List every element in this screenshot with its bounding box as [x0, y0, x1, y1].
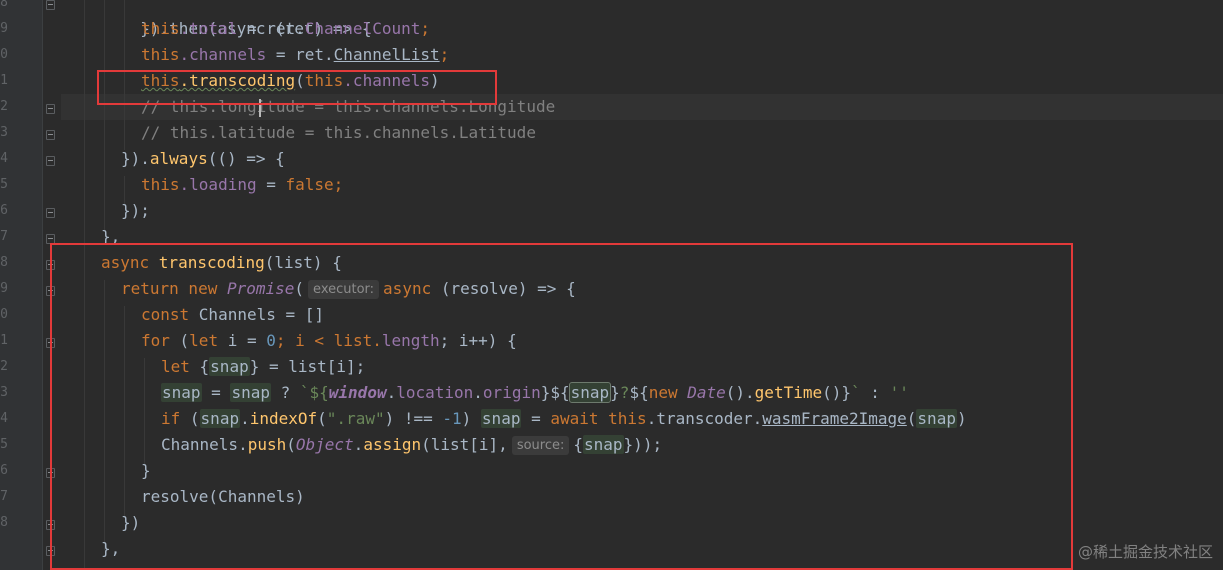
code-line[interactable]: }); [121, 198, 150, 224]
code-text: (() => { [207, 149, 285, 168]
line-number: 6 [0, 463, 8, 478]
line-number: 3 [0, 385, 8, 400]
code-line[interactable]: }).then(async (ret) => { [121, 0, 371, 38]
line-number: 7 [0, 489, 8, 504]
property-channel-list: ChannelList [333, 45, 440, 64]
line-number: 8 [0, 255, 8, 270]
code-text: = ret. [237, 19, 305, 38]
annotation-box-call [97, 70, 497, 105]
line-number: 0 [0, 47, 8, 62]
line-number: 2 [0, 99, 8, 114]
fold-marker-icon[interactable] [46, 130, 55, 140]
line-number: 5 [0, 437, 8, 452]
method-always: always [149, 149, 208, 168]
this-keyword: this [141, 175, 180, 194]
semicolon: ; [439, 45, 450, 64]
property-channel-count: ChannelCount [304, 19, 421, 38]
property-total: .total [179, 19, 238, 38]
semicolon: ; [420, 19, 430, 38]
code-text: }). [121, 149, 150, 168]
this-keyword: this [141, 45, 180, 64]
code-line[interactable]: this.loading = false; [141, 172, 343, 198]
line-number: 0 [0, 307, 8, 322]
line-number: 1 [0, 333, 8, 348]
fold-marker-icon[interactable] [46, 0, 55, 10]
line-number: 9 [0, 21, 8, 36]
line-number: 7 [0, 229, 8, 244]
semicolon: ; [333, 175, 344, 194]
fold-marker-icon[interactable] [46, 156, 55, 166]
false-literal: false [285, 175, 334, 194]
line-number: 4 [0, 151, 8, 166]
annotation-box-function [50, 243, 1073, 570]
fold-marker-icon[interactable] [46, 208, 55, 218]
line-number: 3 [0, 125, 8, 140]
code-text: = [256, 175, 286, 194]
property-loading: .loading [179, 175, 257, 194]
comment-line[interactable]: // this.latitude = this.channels.Latitud… [141, 120, 536, 146]
comment-text: // this.latitude = this.channels.Latitud… [141, 123, 536, 142]
line-number: 1 [0, 73, 8, 88]
this-keyword: this [141, 19, 180, 38]
code-line[interactable]: }).always(() => { [121, 146, 285, 172]
line-number: 8 [0, 515, 8, 530]
line-number-gutter: 8 9 0 1 2 3 4 5 6 7 8 9 0 1 2 3 4 5 6 7 … [0, 0, 42, 570]
code-text: }); [121, 201, 150, 220]
line-number: 6 [0, 203, 8, 218]
property-channels: .channels [179, 45, 267, 64]
line-number: 2 [0, 359, 8, 374]
line-number: 8 [0, 0, 8, 10]
fold-marker-icon[interactable] [46, 104, 55, 114]
code-line[interactable]: this.total = ret.ChannelCount; [141, 16, 430, 42]
line-number: 4 [0, 411, 8, 426]
watermark: @稀土掘金技术社区 [1077, 543, 1213, 561]
indent-guide [104, 0, 105, 230]
code-line[interactable]: this.channels = ret.ChannelList; [141, 42, 449, 68]
line-number: 9 [0, 281, 8, 296]
code-text: = ret. [266, 45, 334, 64]
line-number: 5 [0, 177, 8, 192]
